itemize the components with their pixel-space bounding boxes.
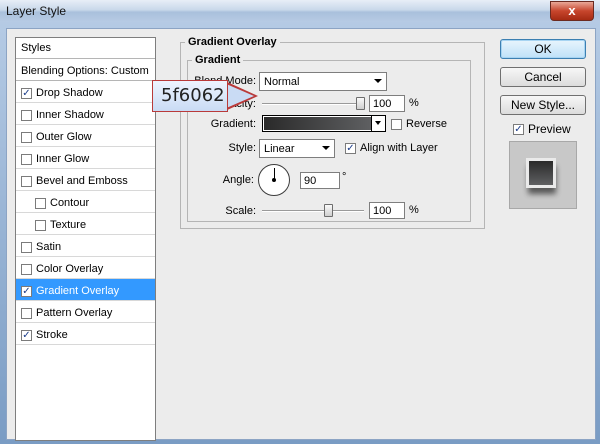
opacity-slider-thumb[interactable] — [356, 97, 365, 110]
style-item-label: Satin — [36, 241, 62, 253]
style-item-label: Texture — [50, 219, 87, 231]
style-item-label: Color Overlay — [36, 263, 104, 275]
style-preview — [509, 141, 577, 209]
style-item-label: Gradient Overlay — [36, 285, 120, 297]
style-item-inner-glow[interactable]: Inner Glow — [16, 147, 155, 169]
style-item-checkbox[interactable] — [21, 153, 32, 165]
scale-slider-thumb[interactable] — [324, 204, 334, 217]
blend-mode-select[interactable]: Normal — [259, 72, 387, 91]
style-item-inner-shadow[interactable]: Inner Shadow — [16, 103, 155, 125]
style-item-checkbox[interactable] — [35, 197, 46, 209]
style-item-drop-shadow[interactable]: ✓ Drop Shadow — [16, 81, 155, 103]
angle-dial[interactable] — [258, 164, 290, 196]
align-with-layer-label: Align with Layer — [360, 142, 438, 154]
angle-input[interactable]: 90 — [300, 172, 340, 189]
color-callout: 5f6062 — [152, 80, 228, 112]
scale-slider-track[interactable] — [262, 210, 364, 212]
reverse-label: Reverse — [406, 118, 447, 130]
gradient-subgroup-title: Gradient — [192, 54, 244, 66]
gradient-swatch[interactable] — [264, 117, 372, 130]
style-item-label: Contour — [50, 197, 90, 209]
gradient-label: Gradient: — [210, 118, 256, 130]
blend-mode-value: Normal — [264, 76, 300, 88]
align-with-layer-checkbox[interactable]: ✓ — [345, 142, 356, 154]
styles-list: Styles Blending Options: Custom ✓ Drop Sh… — [15, 37, 156, 441]
style-item-checkbox[interactable] — [21, 307, 32, 319]
align-with-layer-row[interactable]: ✓ Align with Layer — [345, 142, 438, 154]
style-item-checkbox[interactable] — [21, 131, 32, 143]
gradient-dropdown-button[interactable] — [371, 116, 385, 131]
chevron-down-icon — [374, 79, 382, 83]
opacity-input[interactable]: 100 — [369, 95, 405, 112]
opacity-unit: % — [409, 97, 419, 109]
close-button[interactable]: x — [550, 1, 594, 21]
blending-options-label: Blending Options: Custom — [21, 65, 149, 77]
style-select[interactable]: Linear — [259, 139, 335, 158]
style-item-label: Pattern Overlay — [36, 307, 113, 319]
style-item-stroke[interactable]: ✓ Stroke — [16, 323, 155, 345]
angle-unit: ° — [342, 171, 347, 183]
layer-style-window: Layer Style x Styles Blending Options: C… — [0, 0, 600, 444]
style-item-bevel-and-emboss[interactable]: Bevel and Emboss — [16, 169, 155, 191]
preview-checkbox[interactable]: ✓ — [513, 123, 524, 135]
style-item-checkbox[interactable] — [21, 241, 32, 253]
style-item-pattern-overlay[interactable]: Pattern Overlay — [16, 301, 155, 323]
preview-label: Preview — [528, 122, 571, 136]
angle-center-dot — [272, 178, 276, 182]
style-item-label: Stroke — [36, 329, 68, 341]
chevron-down-icon — [322, 146, 330, 150]
preview-square — [526, 158, 556, 188]
style-item-checkbox[interactable]: ✓ — [21, 87, 32, 99]
style-item-label: Drop Shadow — [36, 87, 103, 99]
blending-options-item[interactable]: Blending Options: Custom — [16, 59, 155, 81]
style-item-satin[interactable]: Satin — [16, 235, 155, 257]
dialog-client: Styles Blending Options: Custom ✓ Drop Sh… — [6, 28, 596, 441]
style-item-checkbox[interactable]: ✓ — [21, 329, 32, 341]
reverse-checkbox-row[interactable]: Reverse — [391, 118, 447, 130]
opacity-slider-track[interactable] — [262, 103, 364, 105]
style-item-gradient-overlay[interactable]: ✓ Gradient Overlay — [16, 279, 155, 301]
cancel-button[interactable]: Cancel — [500, 67, 586, 87]
style-label: Style: — [228, 142, 256, 154]
scale-unit: % — [409, 204, 419, 216]
style-item-checkbox[interactable] — [21, 109, 32, 121]
style-value: Linear — [264, 143, 295, 155]
gradient-overlay-title: Gradient Overlay — [185, 36, 280, 48]
new-style-button[interactable]: New Style... — [500, 95, 586, 115]
window-title: Layer Style — [6, 4, 67, 18]
scale-input[interactable]: 100 — [369, 202, 405, 219]
reverse-checkbox[interactable] — [391, 118, 402, 130]
scale-label: Scale: — [225, 205, 256, 217]
style-item-checkbox[interactable] — [21, 263, 32, 275]
style-item-label: Outer Glow — [36, 131, 92, 143]
style-item-texture[interactable]: Texture — [16, 213, 155, 235]
preview-checkbox-row[interactable]: ✓ Preview — [513, 122, 571, 136]
style-item-outer-glow[interactable]: Outer Glow — [16, 125, 155, 147]
style-item-checkbox[interactable]: ✓ — [21, 285, 32, 297]
styles-header[interactable]: Styles — [16, 38, 155, 59]
ok-button[interactable]: OK — [500, 39, 586, 59]
style-item-label: Inner Shadow — [36, 109, 104, 121]
callout-arrow — [224, 83, 254, 109]
style-item-label: Inner Glow — [36, 153, 90, 165]
angle-label: Angle: — [222, 174, 254, 186]
style-item-color-overlay[interactable]: Color Overlay — [16, 257, 155, 279]
style-item-checkbox[interactable] — [21, 175, 32, 187]
style-item-checkbox[interactable] — [35, 219, 46, 231]
gradient-picker[interactable] — [262, 115, 386, 132]
title-bar[interactable]: Layer Style x — [0, 0, 600, 22]
style-item-label: Bevel and Emboss — [36, 175, 128, 187]
style-item-contour[interactable]: Contour — [16, 191, 155, 213]
